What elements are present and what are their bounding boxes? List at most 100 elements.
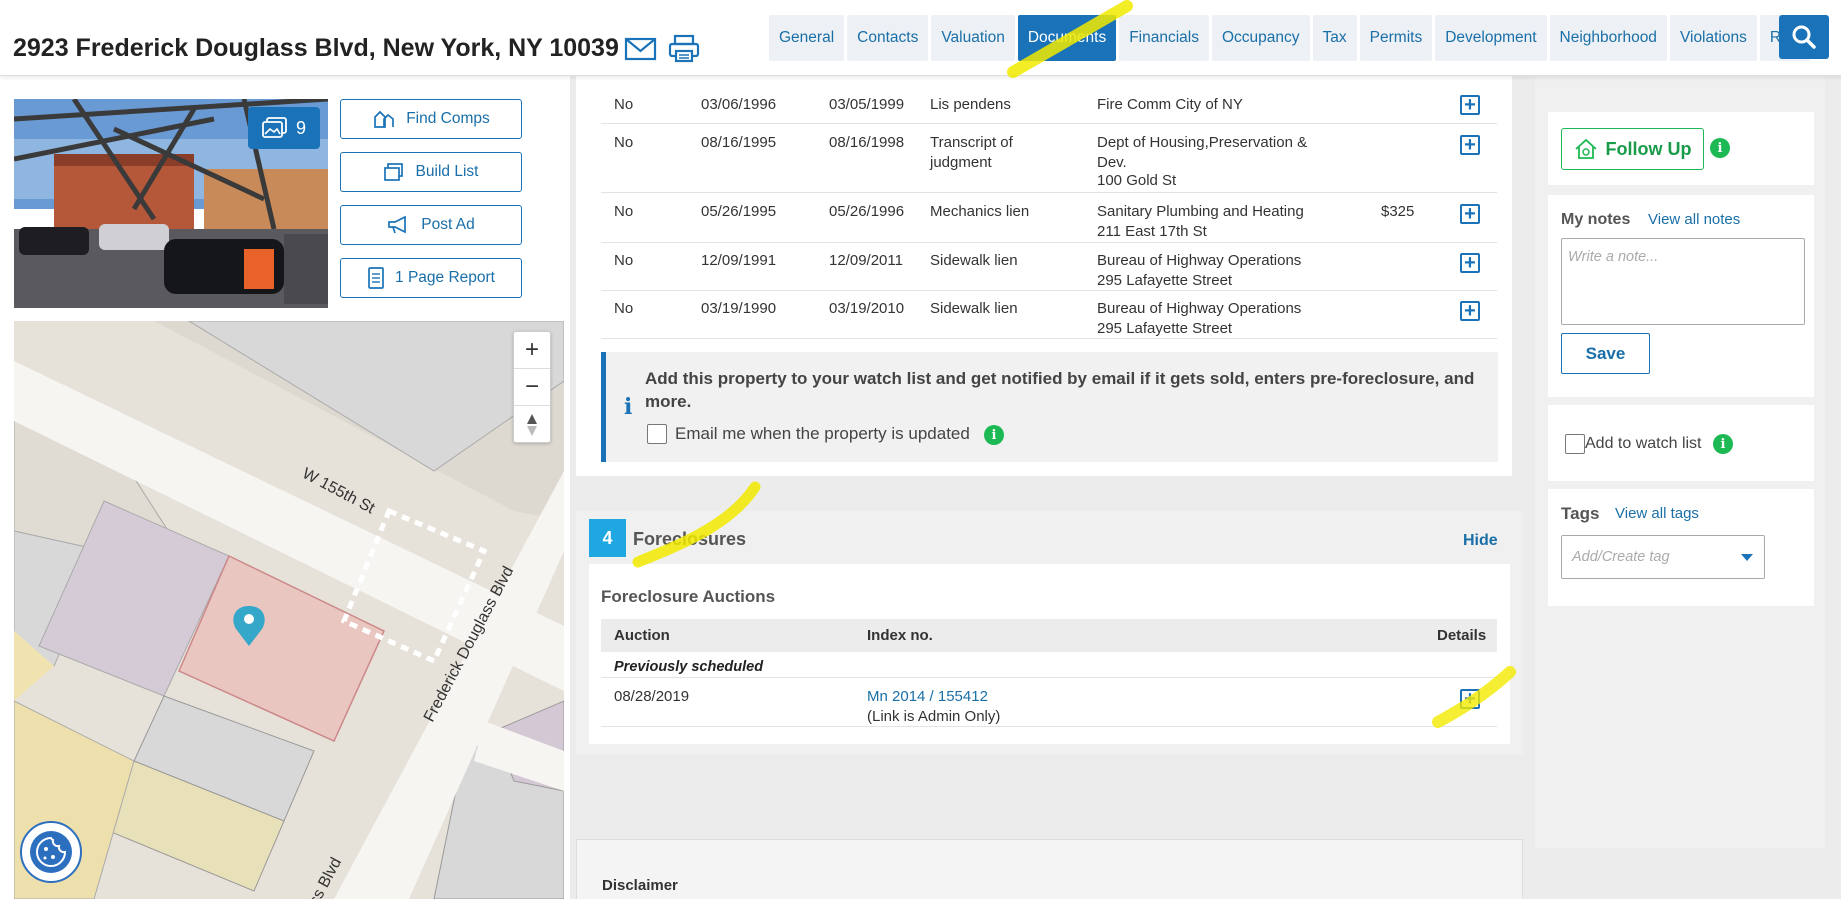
post-ad-button[interactable]: Post Ad bbox=[340, 205, 522, 245]
auction-date: 08/28/2019 bbox=[614, 688, 690, 705]
view-all-tags-link[interactable]: View all tags bbox=[1615, 505, 1699, 522]
compass-button[interactable] bbox=[514, 406, 550, 443]
doc-party-address: 211 East 17th St bbox=[1097, 223, 1207, 240]
doc-expires: 12/09/2011 bbox=[829, 252, 903, 269]
tag-select-placeholder: Add/Create tag bbox=[1572, 549, 1670, 565]
doc-satisfied: No bbox=[614, 300, 634, 317]
email-updates-label: Email me when the property is updated bbox=[675, 424, 970, 443]
property-address: 2923 Frederick Douglass Blvd, New York, … bbox=[13, 34, 619, 62]
foreclosures-title: Foreclosures bbox=[633, 529, 747, 549]
doc-expires: 05/26/1996 bbox=[829, 203, 905, 220]
doc-party-address: 295 Lafayette Street bbox=[1097, 272, 1233, 289]
doc-type: Transcript of judgment bbox=[930, 134, 1013, 171]
save-note-button[interactable]: Save bbox=[1561, 333, 1650, 374]
chevron-down-icon bbox=[1741, 554, 1753, 561]
disclaimer-title: Disclaimer bbox=[602, 877, 678, 894]
cookie-icon bbox=[30, 831, 72, 873]
tag-select[interactable]: Add/Create tag bbox=[1561, 535, 1765, 579]
search-icon bbox=[1792, 25, 1816, 49]
watch-list-checkbox[interactable] bbox=[1565, 434, 1585, 454]
doc-party-address: 100 Gold St bbox=[1097, 172, 1177, 189]
email-info-icon[interactable]: i bbox=[984, 425, 1004, 445]
doc-satisfied: No bbox=[614, 96, 634, 113]
photo-count: 9 bbox=[295, 117, 306, 138]
watch-list-callout: i Add this property to your watch list a… bbox=[601, 352, 1498, 462]
build-list-button[interactable]: Build List bbox=[340, 152, 522, 192]
details-expand-icon[interactable]: + bbox=[1460, 204, 1480, 224]
search-button[interactable] bbox=[1779, 15, 1829, 59]
map-zoom-controls: + − bbox=[513, 331, 551, 443]
col-index: Index no. bbox=[867, 627, 933, 644]
section-tabs: General Contacts Valuation Documents Fin… bbox=[769, 15, 1813, 61]
zoom-in-button[interactable]: + bbox=[514, 332, 550, 369]
document-row: No 12/09/1991 12/09/2011 Sidewalk lien B… bbox=[601, 243, 1497, 291]
doc-party: Bureau of Highway Operations bbox=[1097, 252, 1302, 269]
hide-section-link[interactable]: Hide bbox=[1463, 532, 1498, 550]
view-all-notes-link[interactable]: View all notes bbox=[1648, 211, 1740, 228]
left-panel: 9 Find Comps Build List Post Ad 1 Page R… bbox=[0, 76, 570, 899]
doc-date: 05/26/1995 bbox=[701, 203, 777, 220]
notes-textarea[interactable] bbox=[1561, 238, 1805, 325]
find-comps-label: Find Comps bbox=[406, 110, 490, 127]
follow-up-button[interactable]: Follow Up bbox=[1561, 128, 1704, 170]
tab-tax[interactable]: Tax bbox=[1312, 15, 1357, 61]
doc-date: 03/19/1990 bbox=[701, 300, 777, 317]
doc-satisfied: No bbox=[614, 134, 634, 151]
doc-expires: 08/16/1998 bbox=[829, 134, 905, 151]
tab-financials[interactable]: Financials bbox=[1119, 15, 1209, 61]
doc-type: Lis pendens bbox=[930, 96, 1011, 113]
tab-contacts[interactable]: Contacts bbox=[847, 15, 929, 61]
page-report-button[interactable]: 1 Page Report bbox=[340, 258, 522, 298]
print-icon[interactable] bbox=[667, 34, 701, 64]
document-row: No 08/16/1995 08/16/1998 Transcript of j… bbox=[601, 124, 1497, 193]
cookie-settings-button[interactable] bbox=[20, 821, 82, 883]
tags-label: Tags bbox=[1561, 504, 1600, 523]
doc-type: Mechanics lien bbox=[930, 203, 1030, 220]
tab-documents[interactable]: Documents bbox=[1017, 15, 1117, 61]
watch-list-info-icon[interactable]: i bbox=[1713, 434, 1733, 454]
tab-general[interactable]: General bbox=[769, 15, 845, 61]
doc-date: 03/06/1996 bbox=[701, 96, 777, 113]
follow-up-label: Follow Up bbox=[1605, 138, 1692, 159]
doc-expires: 03/19/2010 bbox=[829, 300, 905, 317]
tab-occupancy[interactable]: Occupancy bbox=[1212, 15, 1310, 61]
doc-party: Fire Comm City of NY bbox=[1097, 96, 1243, 113]
photo-count-badge[interactable]: 9 bbox=[248, 107, 320, 149]
email-icon[interactable] bbox=[624, 34, 658, 64]
find-comps-button[interactable]: Find Comps bbox=[340, 99, 522, 139]
build-list-label: Build List bbox=[415, 163, 479, 180]
auction-details-expand-icon[interactable]: + bbox=[1460, 689, 1480, 709]
doc-party: Dept of Housing,Preservation & Dev. bbox=[1097, 134, 1308, 171]
col-auction: Auction bbox=[614, 627, 670, 644]
property-photo[interactable]: 9 bbox=[14, 99, 328, 308]
details-expand-icon[interactable]: + bbox=[1460, 95, 1480, 115]
doc-expires: 03/05/1999 bbox=[829, 96, 905, 113]
post-ad-label: Post Ad bbox=[421, 216, 475, 233]
tab-valuation[interactable]: Valuation bbox=[931, 15, 1015, 61]
email-updates-checkbox[interactable] bbox=[647, 424, 667, 444]
megaphone-icon bbox=[388, 215, 407, 234]
tab-neighborhood[interactable]: Neighborhood bbox=[1549, 15, 1667, 61]
doc-satisfied: No bbox=[614, 203, 634, 220]
auction-index-link[interactable]: Mn 2014 / 155412 bbox=[867, 687, 988, 707]
page-report-label: 1 Page Report bbox=[395, 269, 495, 286]
details-expand-icon[interactable]: + bbox=[1460, 135, 1480, 155]
details-expand-icon[interactable]: + bbox=[1460, 301, 1480, 321]
tab-violations[interactable]: Violations bbox=[1669, 15, 1757, 61]
notes-label: My notes bbox=[1561, 211, 1631, 228]
auction-group-label: Previously scheduled bbox=[614, 659, 764, 675]
property-map[interactable]: W 155th St Frederick Douglass Blvd ass B… bbox=[14, 321, 564, 899]
tab-permits[interactable]: Permits bbox=[1359, 15, 1433, 61]
compass-icon bbox=[527, 413, 537, 436]
doc-type: Sidewalk lien bbox=[930, 252, 1018, 269]
document-row: No 05/26/1995 05/26/1996 Mechanics lien … bbox=[601, 193, 1497, 243]
info-icon: i bbox=[624, 394, 633, 420]
tab-development[interactable]: Development bbox=[1435, 15, 1547, 61]
watch-list-label: Add to watch list bbox=[1585, 435, 1702, 452]
zoom-out-button[interactable]: − bbox=[514, 369, 550, 406]
follow-up-info-icon[interactable]: i bbox=[1710, 138, 1730, 158]
document-icon bbox=[368, 267, 384, 289]
doc-date: 12/09/1991 bbox=[701, 252, 777, 269]
details-expand-icon[interactable]: + bbox=[1460, 253, 1480, 273]
auctions-table-header: Auction Index no. Details bbox=[601, 619, 1497, 652]
